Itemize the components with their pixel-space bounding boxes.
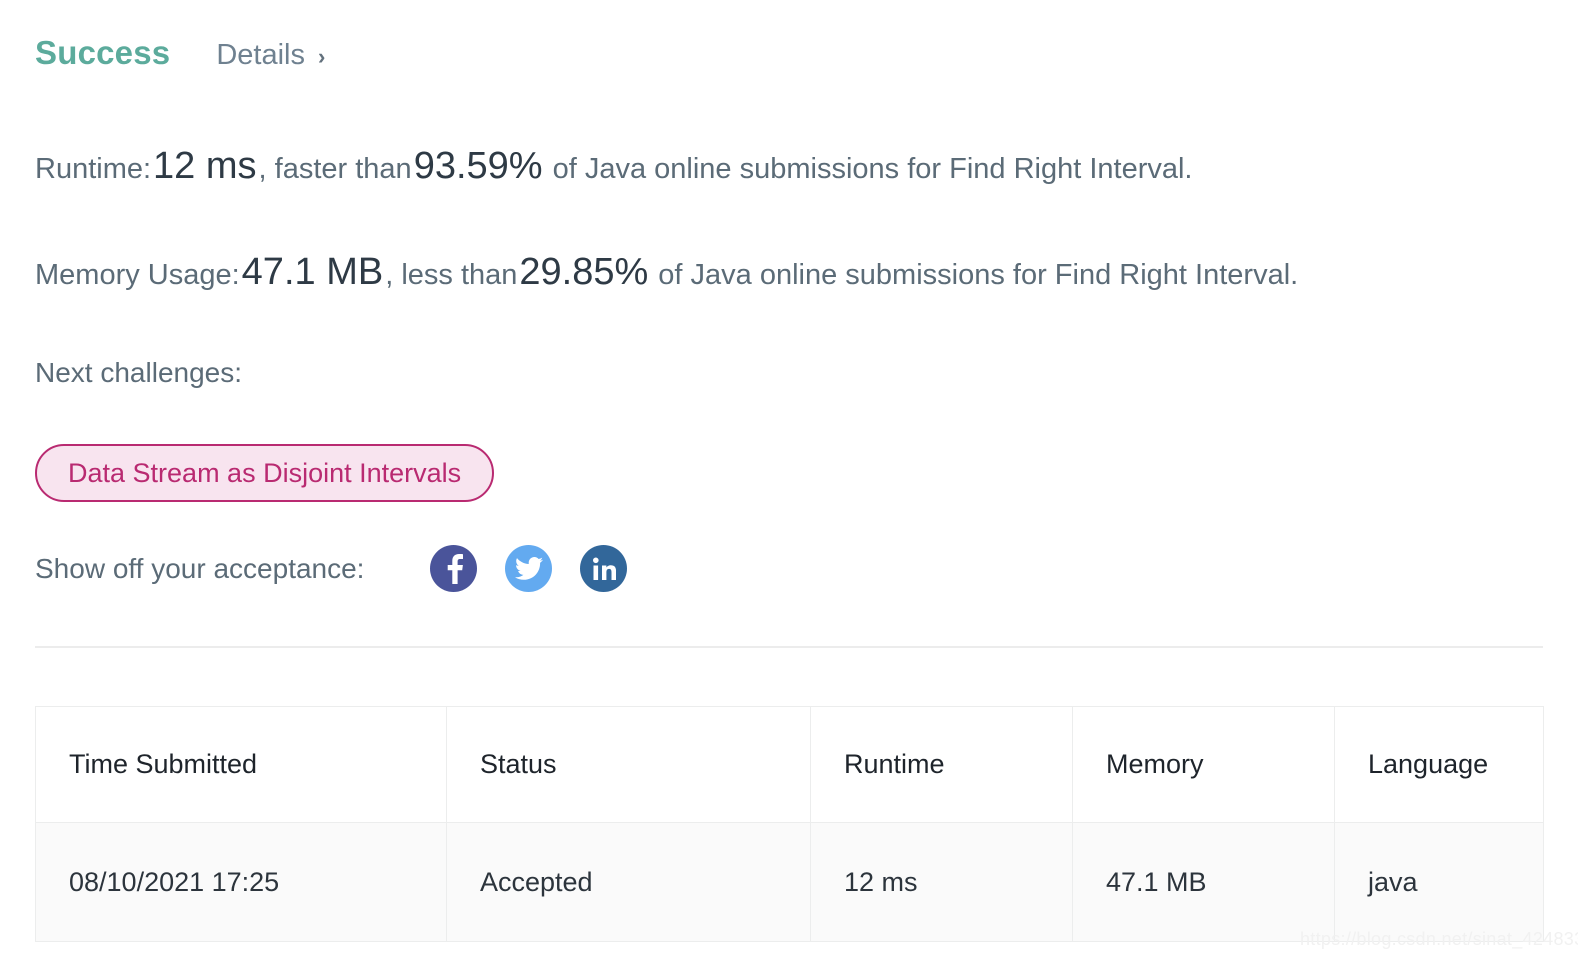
details-link[interactable]: Details › [216, 39, 325, 72]
memory-value: 47.1 MB [241, 251, 384, 293]
runtime-suffix: of Java online submissions for Find Righ… [552, 153, 1193, 185]
twitter-icon[interactable] [505, 545, 553, 592]
column-header-memory: Memory [1072, 706, 1335, 823]
social-icon-group [430, 545, 628, 592]
memory-comparator: , less than [385, 259, 518, 291]
memory-label: Memory Usage: [35, 259, 240, 291]
submission-result-page: Success Details › Runtime: 12 ms , faste… [0, 0, 1578, 963]
watermark: https://blog.csdn.net/sinat_42483341 [1300, 929, 1578, 949]
submissions-table: Time Submitted Status Runtime Memory Lan… [35, 706, 1544, 942]
memory-stat-line: Memory Usage: 47.1 MB , less than 29.85%… [35, 251, 1298, 294]
cell-time-submitted: 08/10/2021 17:25 [35, 822, 447, 942]
linkedin-icon[interactable] [580, 545, 628, 592]
result-header: Success Details › [35, 34, 325, 72]
memory-suffix: of Java online submissions for Find Righ… [658, 259, 1299, 291]
runtime-stat-line: Runtime: 12 ms , faster than 93.59% of J… [35, 145, 1193, 188]
column-header-runtime: Runtime [810, 706, 1073, 823]
column-header-time-submitted: Time Submitted [35, 706, 447, 823]
table-row[interactable]: 08/10/2021 17:25 Accepted 12 ms 47.1 MB … [35, 822, 1544, 942]
runtime-percentile: 93.59% [413, 145, 543, 187]
share-row: Show off your acceptance: [35, 545, 628, 592]
runtime-value: 12 ms [153, 145, 257, 187]
cell-memory: 47.1 MB [1072, 822, 1335, 942]
chevron-right-icon: › [318, 43, 326, 69]
next-challenge-badge[interactable]: Data Stream as Disjoint Intervals [35, 444, 495, 502]
section-divider [35, 646, 1543, 648]
cell-language: java [1334, 822, 1544, 942]
table-header-row: Time Submitted Status Runtime Memory Lan… [35, 706, 1544, 823]
runtime-label: Runtime: [35, 153, 152, 185]
share-label: Show off your acceptance: [35, 552, 365, 584]
details-link-label: Details [216, 39, 305, 71]
next-challenges-label: Next challenges: [35, 357, 243, 388]
column-header-language: Language [1334, 706, 1544, 823]
runtime-comparator: , faster than [258, 153, 412, 185]
cell-status[interactable]: Accepted [446, 822, 811, 942]
page-title: Success [35, 34, 171, 71]
cell-runtime: 12 ms [810, 822, 1073, 942]
column-header-status: Status [446, 706, 811, 823]
memory-percentile: 29.85% [519, 251, 649, 293]
facebook-icon[interactable] [430, 545, 478, 592]
